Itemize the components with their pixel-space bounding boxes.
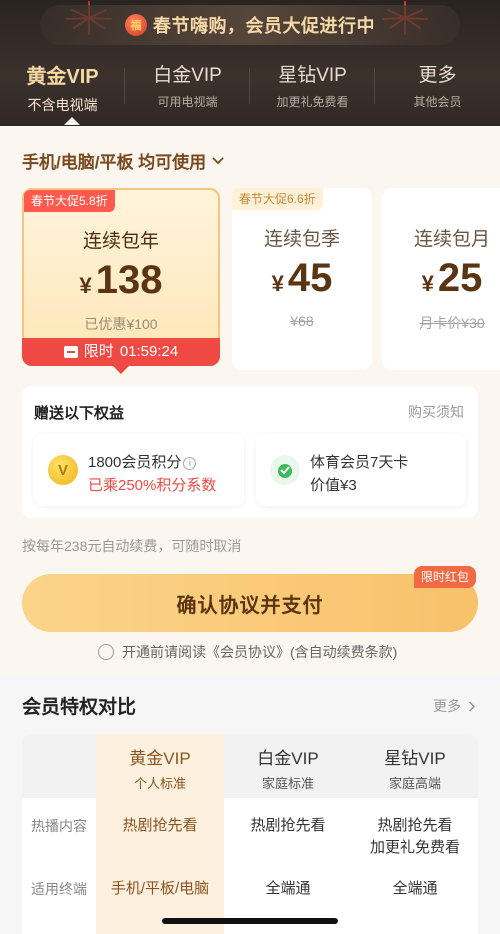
plan-discount-note: 已优惠¥100: [84, 316, 158, 332]
vip-header: 福 春节嗨购，会员大促进行中 黄金VIP 不含电视端 白金VIP 可用电视端 星…: [0, 0, 500, 128]
agreement-row[interactable]: 开通前请阅读《会员协议》(含自动续费条款): [98, 642, 397, 662]
compare-title: 会员特权对比: [22, 697, 137, 718]
more-label: 更多: [433, 698, 462, 714]
column-platinum-vip: 白金VIP 家庭标准: [224, 734, 352, 798]
countdown-label: 限时: [83, 343, 114, 360]
tab-title: 更多: [418, 65, 457, 86]
original-price: 月卡价¥30: [419, 315, 485, 331]
sports-medal-icon: [270, 455, 300, 485]
column-title: 星钻VIP: [384, 749, 446, 768]
vip-tabs: 黄金VIP 不含电视端 白金VIP 可用电视端 星钻VIP 加更礼免费看 更多 …: [0, 58, 500, 122]
benefit-card-points[interactable]: V 1800会员积分 i 已乘250%积分系数: [34, 434, 244, 506]
currency-symbol: ¥: [271, 271, 284, 296]
plan-price: ¥45: [232, 256, 372, 301]
countdown-bar: 限时 01:59:24: [22, 338, 220, 366]
tab-subtitle: 其他会员: [413, 95, 462, 109]
tab-subtitle: 可用电视端: [157, 95, 218, 109]
home-indicator[interactable]: [162, 918, 338, 924]
column-title: 黄金VIP: [129, 749, 191, 768]
device-selector[interactable]: 手机/电脑/平板 均可使用: [22, 148, 224, 173]
currency-symbol: ¥: [421, 271, 434, 296]
tab-gold-vip[interactable]: 黄金VIP 不含电视端: [0, 58, 125, 122]
selected-pointer: [112, 365, 130, 374]
price-value: 138: [95, 258, 163, 302]
lucky-bag-icon: 福: [125, 14, 147, 36]
tab-title: 黄金VIP: [26, 66, 99, 88]
table-cell: 全端通: [392, 880, 438, 897]
table-cell: 热剧抢先看 加更礼免费看: [369, 817, 460, 856]
benefit-line2: 价值¥3: [310, 477, 357, 494]
column-desc: 家庭标准: [261, 776, 314, 791]
table-cell: 热剧抢先看: [250, 817, 326, 834]
tab-subtitle: 不含电视端: [27, 97, 98, 113]
device-selector-label: 手机/电脑/平板 均可使用: [22, 153, 207, 172]
discount-tag: 春节大促6.6折: [232, 188, 323, 210]
plan-price: ¥25: [382, 256, 500, 301]
column-title: 白金VIP: [257, 749, 319, 768]
plan-price: ¥138: [24, 258, 218, 303]
promo-banner-text: 春节嗨购，会员大促进行中: [153, 16, 375, 36]
table-cell: 手机/平板/电脑: [110, 880, 210, 897]
gift-benefits: 赠送以下权益 购买须知 V 1800会员积分 i 已乘250%积分系数 体育会员7…: [22, 386, 478, 518]
table-header-corner: [22, 734, 96, 798]
timer-icon: [63, 346, 78, 358]
countdown-time: 01:59:24: [119, 343, 179, 360]
currency-symbol: ¥: [79, 273, 92, 298]
plan-name: 连续包年: [82, 231, 159, 252]
info-icon[interactable]: i: [183, 457, 197, 470]
tab-title: 星钻VIP: [278, 65, 347, 86]
compare-more-link[interactable]: 更多: [433, 696, 476, 716]
row-label: 热播内容: [31, 818, 87, 834]
plan-list: 春节大促5.8折 连续包年 ¥138 已优惠¥100 限时 01:59:24 春…: [22, 188, 500, 374]
chevron-right-icon: [468, 701, 476, 712]
promo-banner[interactable]: 福 春节嗨购，会员大促进行中: [40, 5, 460, 45]
active-tab-indicator: [64, 117, 80, 125]
benefit-line2: 已乘250%积分系数: [88, 477, 217, 494]
plan-card-yearly[interactable]: 春节大促5.8折 连续包年 ¥138 已优惠¥100 限时 01:59:24: [22, 188, 220, 374]
plan-name: 连续包月: [413, 229, 490, 250]
plan-card-monthly[interactable]: 连续包月 ¥25 月卡价¥30: [382, 188, 500, 370]
privilege-compare-table: 黄金VIP 个人标准 白金VIP 家庭标准 星钻VIP 家庭高端 热播内容 热剧…: [22, 734, 478, 934]
confirm-pay-label: 确认协议并支付: [176, 594, 324, 617]
auto-renew-note: 按每年238元自动续费，可随时取消: [22, 538, 242, 554]
agreement-radio[interactable]: [98, 644, 114, 660]
plan-card-quarterly[interactable]: 春节大促6.6折 连续包季 ¥45 ¥68: [232, 188, 372, 370]
original-price: ¥68: [290, 313, 314, 329]
column-desc: 家庭高端: [388, 776, 441, 791]
column-desc: 个人标准: [133, 776, 186, 791]
price-value: 25: [437, 256, 483, 300]
benefits-title: 赠送以下权益: [34, 405, 125, 422]
row-label: 适用终端: [31, 881, 87, 897]
benefit-card-sports[interactable]: 体育会员7天卡 价值¥3: [256, 434, 466, 506]
tab-subtitle: 加更礼免费看: [276, 95, 349, 109]
tab-star-diamond-vip[interactable]: 星钻VIP 加更礼免费看: [250, 58, 375, 122]
discount-tag: 春节大促5.8折: [24, 190, 115, 212]
plan-name: 连续包季: [263, 229, 340, 250]
tab-title: 白金VIP: [153, 65, 222, 86]
tab-platinum-vip[interactable]: 白金VIP 可用电视端: [125, 58, 250, 122]
price-value: 45: [287, 256, 333, 300]
table-cell: 热剧抢先看: [122, 817, 198, 834]
tab-more[interactable]: 更多 其他会员: [375, 58, 500, 122]
purchase-notice-link[interactable]: 购买须知: [408, 402, 464, 422]
confirm-pay-button[interactable]: 确认协议并支付: [22, 574, 478, 632]
red-packet-badge: 限时红包: [414, 566, 477, 588]
agreement-text: 开通前请阅读《会员协议》(含自动续费条款): [122, 644, 398, 660]
column-star-diamond-vip: 星钻VIP 家庭高端: [352, 734, 478, 798]
benefit-line1: 1800会员积分 i: [88, 451, 197, 472]
benefit-line1: 体育会员7天卡: [310, 454, 409, 471]
points-coin-icon: V: [48, 455, 78, 485]
table-cell: 全端通: [265, 880, 311, 897]
benefit-points-text: 1800会员积分: [88, 454, 182, 471]
chevron-down-icon: [212, 154, 224, 168]
